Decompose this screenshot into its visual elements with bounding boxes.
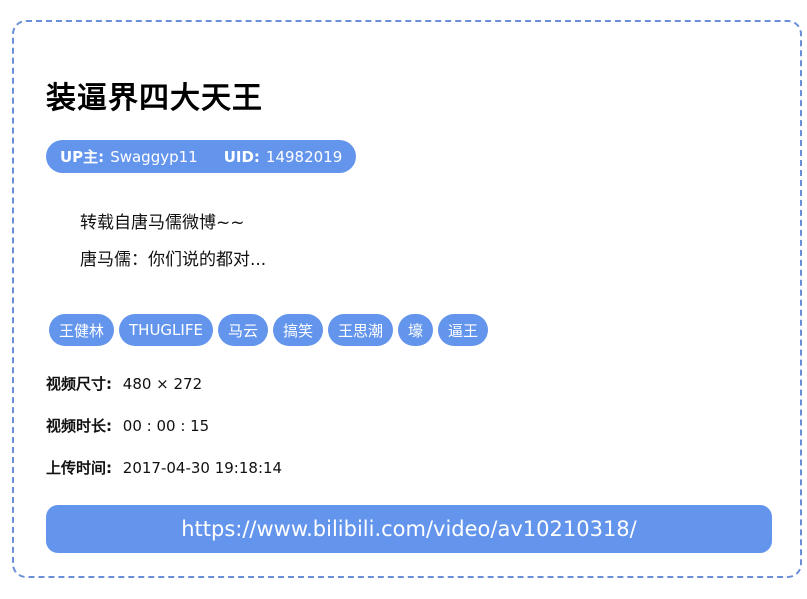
video-size-value: 480 × 272 bbox=[122, 375, 203, 393]
upload-time-row: 上传时间: 2017-04-30 19:18:14 bbox=[46, 458, 282, 478]
tag-item[interactable]: 王思潮 bbox=[327, 314, 393, 346]
video-duration-value: 00 : 00 : 15 bbox=[122, 417, 210, 435]
tag-item[interactable]: 壕 bbox=[398, 314, 434, 346]
uploader-name: Swaggyp11 bbox=[110, 147, 198, 166]
video-duration-row: 视频时长: 00 : 00 : 15 bbox=[46, 416, 209, 436]
video-info-card: 装逼界四大天王 UP主: Swaggyp11 UID: 14982019 转载自… bbox=[12, 20, 802, 578]
tag-item[interactable]: 搞笑 bbox=[272, 314, 323, 346]
video-url-button[interactable]: https://www.bilibili.com/video/av1021031… bbox=[46, 505, 772, 553]
uid-value: 14982019 bbox=[265, 147, 343, 166]
tag-item[interactable]: 逼王 bbox=[438, 314, 489, 346]
video-description: 转载自唐马儒微博~~ 唐马儒：你们说的都对... bbox=[80, 205, 266, 279]
tag-item[interactable]: 马云 bbox=[217, 314, 268, 346]
upload-time-value: 2017-04-30 19:18:14 bbox=[122, 459, 283, 477]
uid-label: UID: bbox=[223, 147, 260, 166]
uploader-badge: UP主: Swaggyp11 UID: 14982019 bbox=[46, 140, 357, 173]
video-size-row: 视频尺寸: 480 × 272 bbox=[46, 374, 202, 394]
video-size-label: 视频尺寸: bbox=[46, 375, 112, 393]
upload-time-label: 上传时间: bbox=[46, 459, 112, 477]
uploader-label: UP主: bbox=[60, 148, 105, 166]
tag-item[interactable]: 王健林 bbox=[49, 314, 115, 346]
tag-item[interactable]: THUGLIFE bbox=[119, 314, 213, 346]
video-duration-label: 视频时长: bbox=[46, 417, 112, 435]
description-line: 转载自唐马儒微博~~ bbox=[80, 213, 245, 233]
video-title: 装逼界四大天王 bbox=[46, 81, 263, 116]
tag-list: 王健林 THUGLIFE 马云 搞笑 王思潮 壕 逼王 bbox=[49, 314, 489, 346]
description-line: 唐马儒：你们说的都对... bbox=[80, 250, 267, 270]
